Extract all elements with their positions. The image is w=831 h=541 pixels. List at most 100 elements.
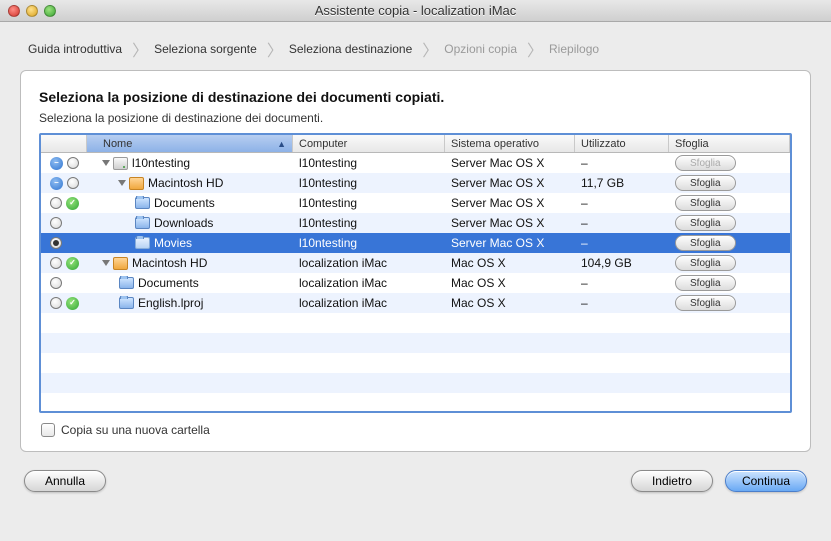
table-row[interactable]: ✓ Macintosh HD localization iMac Mac OS … <box>41 253 790 273</box>
table-row[interactable]: Movies l10ntesting Server Mac OS X – Sfo… <box>41 233 790 253</box>
server-icon <box>113 157 128 170</box>
item-os: Server Mac OS X <box>445 176 575 190</box>
item-os: Server Mac OS X <box>445 156 575 170</box>
browse-button[interactable]: Sfoglia <box>675 275 736 291</box>
browse-button: Sfoglia <box>675 155 736 171</box>
browse-button[interactable]: Sfoglia <box>675 235 736 251</box>
item-name: Documents <box>138 276 199 290</box>
table-row-empty <box>41 393 790 411</box>
item-computer: l10ntesting <box>293 216 445 230</box>
browse-button[interactable]: Sfoglia <box>675 215 736 231</box>
select-radio[interactable] <box>67 157 79 169</box>
item-os: Server Mac OS X <box>445 216 575 230</box>
continue-button[interactable]: Continua <box>725 470 807 492</box>
destination-table: Nome ▲ Computer Sistema operativo Utiliz… <box>39 133 792 413</box>
col-used[interactable]: Utilizzato <box>575 135 669 152</box>
item-used: 104,9 GB <box>575 256 669 270</box>
col-computer[interactable]: Computer <box>293 135 445 152</box>
window-titlebar: Assistente copia - localization iMac <box>0 0 831 22</box>
table-row-empty <box>41 353 790 373</box>
col-name[interactable]: Nome ▲ <box>87 135 293 152</box>
status-mixed-icon: – <box>50 177 63 190</box>
item-name: Macintosh HD <box>132 256 207 270</box>
table-row[interactable]: – l10ntesting l10ntesting Server Mac OS … <box>41 153 790 173</box>
cancel-button[interactable]: Annulla <box>24 470 106 492</box>
item-computer: l10ntesting <box>293 156 445 170</box>
page-title: Seleziona la posizione di destinazione d… <box>39 89 792 105</box>
item-used: – <box>575 276 669 290</box>
col-os[interactable]: Sistema operativo <box>445 135 575 152</box>
crumb-source[interactable]: Seleziona sorgente <box>150 36 265 62</box>
select-radio[interactable] <box>50 257 62 269</box>
select-radio[interactable] <box>50 297 62 309</box>
item-computer: l10ntesting <box>293 196 445 210</box>
status-ok-icon: ✓ <box>66 297 79 310</box>
item-used: – <box>575 196 669 210</box>
crumb-options: Opzioni copia <box>440 36 525 62</box>
item-name: Movies <box>154 236 192 250</box>
crumb-destination[interactable]: Seleziona destinazione <box>285 36 420 62</box>
disclosure-triangle-icon[interactable] <box>102 260 110 266</box>
window-title: Assistente copia - localization iMac <box>0 3 831 18</box>
chevron-right-icon: 〉 <box>420 37 440 61</box>
table-header: Nome ▲ Computer Sistema operativo Utiliz… <box>41 135 790 153</box>
item-name: Documents <box>154 196 215 210</box>
browse-button[interactable]: Sfoglia <box>675 295 736 311</box>
item-used: – <box>575 236 669 250</box>
copy-new-folder-checkbox[interactable] <box>41 423 55 437</box>
item-used: 11,7 GB <box>575 176 669 190</box>
table-body: – l10ntesting l10ntesting Server Mac OS … <box>41 153 790 411</box>
folder-icon <box>135 197 150 209</box>
item-computer: localization iMac <box>293 296 445 310</box>
button-bar: Annulla Indietro Continua <box>20 470 811 492</box>
sort-up-icon: ▲ <box>277 139 286 149</box>
select-radio[interactable] <box>50 217 62 229</box>
col-browse[interactable]: Sfoglia <box>669 135 790 152</box>
crumb-intro[interactable]: Guida introduttiva <box>24 36 130 62</box>
folder-icon <box>119 277 134 289</box>
col-name-label: Nome <box>103 138 132 150</box>
disclosure-triangle-icon[interactable] <box>118 180 126 186</box>
breadcrumb: Guida introduttiva 〉 Seleziona sorgente … <box>20 36 811 62</box>
select-radio[interactable] <box>50 237 62 249</box>
table-row[interactable]: – Macintosh HD l10ntesting Server Mac OS… <box>41 173 790 193</box>
chevron-right-icon: 〉 <box>265 37 285 61</box>
item-computer: localization iMac <box>293 256 445 270</box>
browse-button[interactable]: Sfoglia <box>675 175 736 191</box>
item-used: – <box>575 216 669 230</box>
status-mixed-icon: – <box>50 157 63 170</box>
select-radio[interactable] <box>50 277 62 289</box>
item-used: – <box>575 296 669 310</box>
table-row[interactable]: Downloads l10ntesting Server Mac OS X – … <box>41 213 790 233</box>
folder-icon <box>119 297 134 309</box>
select-radio[interactable] <box>67 177 79 189</box>
copy-new-folder-label: Copia su una nuova cartella <box>61 423 210 437</box>
table-row-empty <box>41 333 790 353</box>
table-row[interactable]: Documents localization iMac Mac OS X – S… <box>41 273 790 293</box>
hard-drive-icon <box>113 257 128 270</box>
item-computer: l10ntesting <box>293 236 445 250</box>
destination-panel: Seleziona la posizione di destinazione d… <box>20 70 811 452</box>
browse-button[interactable]: Sfoglia <box>675 195 736 211</box>
table-row-empty <box>41 373 790 393</box>
status-ok-icon: ✓ <box>66 197 79 210</box>
item-name: l10ntesting <box>132 156 190 170</box>
item-os: Mac OS X <box>445 296 575 310</box>
item-name: English.lproj <box>138 296 203 310</box>
table-row[interactable]: ✓ English.lproj localization iMac Mac OS… <box>41 293 790 313</box>
item-used: – <box>575 156 669 170</box>
item-os: Mac OS X <box>445 256 575 270</box>
chevron-right-icon: 〉 <box>130 37 150 61</box>
table-row[interactable]: ✓ Documents l10ntesting Server Mac OS X … <box>41 193 790 213</box>
select-radio[interactable] <box>50 197 62 209</box>
disclosure-triangle-icon[interactable] <box>102 160 110 166</box>
item-computer: localization iMac <box>293 276 445 290</box>
back-button[interactable]: Indietro <box>631 470 713 492</box>
hard-drive-icon <box>129 177 144 190</box>
col-select <box>41 135 87 152</box>
chevron-right-icon: 〉 <box>525 37 545 61</box>
item-os: Server Mac OS X <box>445 236 575 250</box>
browse-button[interactable]: Sfoglia <box>675 255 736 271</box>
item-name: Downloads <box>154 216 213 230</box>
folder-icon <box>135 217 150 229</box>
